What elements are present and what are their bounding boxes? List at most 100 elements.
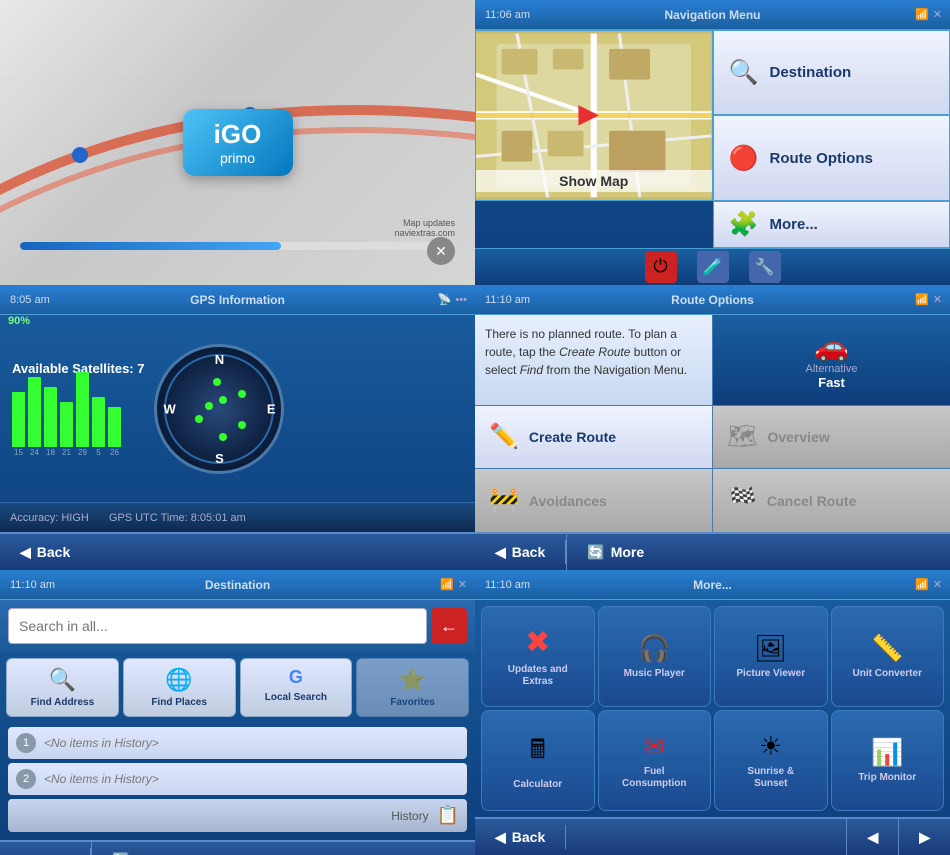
show-map-label: Show Map <box>476 170 712 192</box>
route-back-button[interactable]: ◀ Back <box>475 534 565 570</box>
google-icon: G <box>289 667 303 688</box>
gps-status-bar: Accuracy: HIGH GPS UTC Time: 8:05:01 am <box>0 502 475 532</box>
bar-21: 21 <box>60 402 73 457</box>
bars-row: 15 24 18 21 <box>12 382 144 457</box>
gps-accuracy-text: Accuracy: HIGH <box>10 512 89 524</box>
more-close-icon[interactable]: ✕ <box>933 578 942 591</box>
route-close-icon[interactable]: ✕ <box>933 293 942 306</box>
navmenu-bottom-bar: ⏻ 🧪 🔧 <box>475 248 950 285</box>
gps-title: GPS Information <box>190 293 285 307</box>
prev-page-button[interactable]: ◀ <box>846 819 898 855</box>
history-text-2: <No items in History> <box>44 772 159 786</box>
compass: N S W E <box>154 344 284 474</box>
avoidances-label: Avoidances <box>529 493 607 509</box>
history-item-1[interactable]: 1 <No items in History> <box>8 727 467 759</box>
local-search-label: Local Search <box>265 692 327 703</box>
satellite-bars: Available Satellites: 7 15 24 18 <box>12 361 144 457</box>
dest-time: 11:10 am <box>10 579 55 591</box>
more-back-bar: ◀ Back ◀ ▶ <box>475 817 950 855</box>
updates-extras-button[interactable]: ✖ Updates andExtras <box>481 606 595 707</box>
gps-back-button[interactable]: ◀ Back <box>0 534 90 570</box>
fuel-consumption-button[interactable]: ✉ FuelConsumption <box>598 710 712 811</box>
overview-icon: 🗺 <box>727 422 757 451</box>
dest-back-button[interactable]: ◀ Back <box>0 842 90 855</box>
route-info-text: There is no planned route. To plan a rou… <box>485 327 687 377</box>
cancel-route-button: 🏁 Cancel Route <box>713 469 950 532</box>
updates-icon: ✖ <box>525 625 550 660</box>
route-more-icon: 🔄 <box>587 544 604 561</box>
sun-icon: ☀ <box>759 731 782 762</box>
flag-icon: 🏁 <box>727 486 757 515</box>
bar-26: 26 <box>108 407 121 457</box>
trip-monitor-button[interactable]: 📊 Trip Monitor <box>831 710 945 811</box>
more-time: 11:10 am <box>485 579 530 591</box>
dest-more-button[interactable]: 🔄 More <box>91 842 189 855</box>
alternative-button[interactable]: 🚗 Alternative Fast <box>713 315 950 405</box>
favorites-button: ⭐ Favorites <box>356 658 469 717</box>
antenna-icon: 📡 <box>438 293 452 306</box>
favorites-icon: ⭐ <box>399 667 426 693</box>
settings-icon-flask[interactable]: 🧪 <box>697 251 729 283</box>
tools-icon[interactable]: 🔧 <box>749 251 781 283</box>
show-map-button[interactable]: Show Map <box>475 30 713 201</box>
destination-button[interactable]: 🔍 Destination <box>713 30 950 115</box>
more-button[interactable]: 🧩 More... <box>713 201 950 248</box>
bar-fill-5 <box>92 397 105 447</box>
route-more-label: More <box>611 544 644 560</box>
history-button[interactable]: History 📋 <box>8 799 467 832</box>
igo-close-button[interactable]: ✕ <box>427 237 455 265</box>
picture-viewer-button[interactable]: 🖼 Picture Viewer <box>714 606 828 707</box>
create-route-button[interactable]: ✏️ Create Route <box>475 406 712 469</box>
route-info-box: There is no planned route. To plan a rou… <box>475 315 712 405</box>
unit-converter-button[interactable]: 📏 Unit Converter <box>831 606 945 707</box>
find-address-button[interactable]: 🔍 Find Address <box>6 658 119 717</box>
route-options-button[interactable]: 🔴 Route Options <box>713 115 950 200</box>
bar-fill-24 <box>28 377 41 447</box>
compass-ring <box>164 354 274 464</box>
find-places-button[interactable]: 🌐 Find Places <box>123 658 236 717</box>
overview-button: 🗺 Overview <box>713 406 950 469</box>
calculator-button[interactable]: 🖩 Calculator <box>481 710 595 811</box>
route-header: 11:10 am Route Options 📶 ✕ <box>475 285 950 315</box>
dest-icons-grid: 🔍 Find Address 🌐 Find Places G Local Sea… <box>0 652 475 723</box>
dots-icon: ••• <box>455 294 467 306</box>
find-address-icon: 🔍 <box>49 667 76 693</box>
igo-splash-panel: iGO primo Map updatesnaviextras.com ✕ <box>0 0 475 285</box>
more-back-button[interactable]: ◀ Back <box>475 819 565 855</box>
compass-south: S <box>215 451 224 466</box>
power-button[interactable]: ⏻ <box>645 251 677 283</box>
search-input[interactable] <box>8 608 427 644</box>
route-options-panel: 11:10 am Route Options 📶 ✕ There is no p… <box>475 285 950 570</box>
search-go-button[interactable]: ← <box>431 608 467 644</box>
music-player-button[interactable]: 🎧 Music Player <box>598 606 712 707</box>
route-back-bar: ◀ Back 🔄 More <box>475 532 950 570</box>
sat-dot-3 <box>195 415 203 423</box>
compass-north: N <box>215 352 224 367</box>
sat-dot-2 <box>238 390 246 398</box>
more-signal-icon: 📶 <box>915 578 929 591</box>
route-signal-icon: 📶 <box>915 293 929 306</box>
destination-panel: 11:10 am Destination 📶 ✕ ← 🔍 Find Addres… <box>0 570 475 855</box>
dest-title: Destination <box>205 578 270 592</box>
local-search-button[interactable]: G Local Search <box>240 658 353 717</box>
dest-header-icons: 📶 ✕ <box>440 578 467 591</box>
gps-back-bar: ◀ Back <box>0 532 475 570</box>
route-time: 11:10 am <box>485 294 530 306</box>
route-header-icons: 📶 ✕ <box>915 293 942 306</box>
find-address-label: Find Address <box>31 697 95 708</box>
sunrise-sunset-button[interactable]: ☀ Sunrise &Sunset <box>714 710 828 811</box>
history-num-2: 2 <box>16 769 36 789</box>
route-more-button[interactable]: 🔄 More <box>566 534 664 570</box>
create-route-label: Create Route <box>529 429 616 445</box>
destination-icon: 🔍 <box>726 58 762 87</box>
igo-progress-bar <box>20 242 455 250</box>
navmenu-header: 11:06 am Navigation Menu 📶 ✕ <box>475 0 950 30</box>
find-places-label: Find Places <box>151 697 207 708</box>
route-options-icon: 🔴 <box>726 144 762 173</box>
igo-update-text: Map updatesnaviextras.com <box>20 218 455 238</box>
next-page-button[interactable]: ▶ <box>898 819 950 855</box>
car-icon: 🚗 <box>814 330 849 363</box>
history-item-2[interactable]: 2 <No items in History> <box>8 763 467 795</box>
close-icon[interactable]: ✕ <box>933 8 942 21</box>
dest-close-icon[interactable]: ✕ <box>458 578 467 591</box>
